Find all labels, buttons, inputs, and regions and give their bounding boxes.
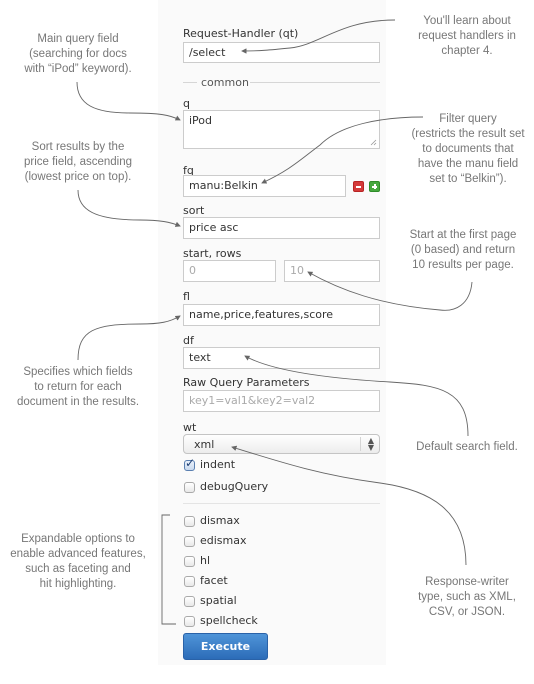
callout-lines [76,19,473,625]
advanced-bracket [161,514,176,625]
callout-response-writer [231,445,467,566]
callout-fields [77,315,181,361]
callout-paging [307,271,473,311]
callout-request-handler [241,19,396,54]
callout-sort [77,189,181,227]
callout-default-field [244,355,469,437]
callout-filter-query [261,116,424,184]
callout-main-query [76,81,181,121]
